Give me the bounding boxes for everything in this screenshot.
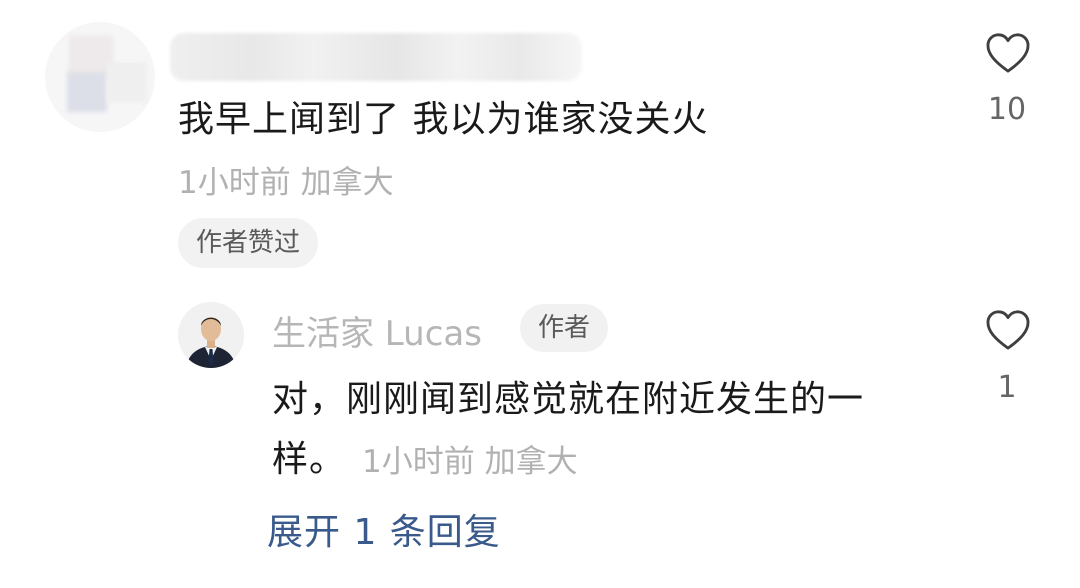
reply-username[interactable]: 生活家 Lucas [272, 306, 482, 355]
avatar-portrait-image [178, 302, 244, 368]
expand-replies-link[interactable]: 展开 1 条回复 [267, 503, 501, 555]
reply-text-line1[interactable]: 对，刚刚闻到感觉就在附近发生的一 [272, 370, 864, 422]
comment-like-count: 10 [987, 92, 1027, 127]
avatar[interactable] [178, 302, 244, 368]
author-liked-badge: 作者赞过 [178, 218, 319, 268]
reply-like-count: 1 [997, 370, 1017, 405]
heart-outline-icon[interactable] [985, 309, 1031, 351]
heart-outline-icon[interactable] [985, 32, 1031, 74]
comment-text[interactable]: 我早上闻到了 我以为谁家没关火 [178, 90, 708, 142]
comment-time-location: 1小时前 加拿大 [178, 165, 394, 201]
author-tag: 作者 [520, 304, 609, 352]
avatar-blurred[interactable] [45, 22, 155, 132]
username-blurred[interactable] [170, 33, 582, 81]
reply-text-line2[interactable]: 样。 [272, 430, 346, 482]
reply-time-location: 1小时前 加拿大 [362, 444, 578, 480]
